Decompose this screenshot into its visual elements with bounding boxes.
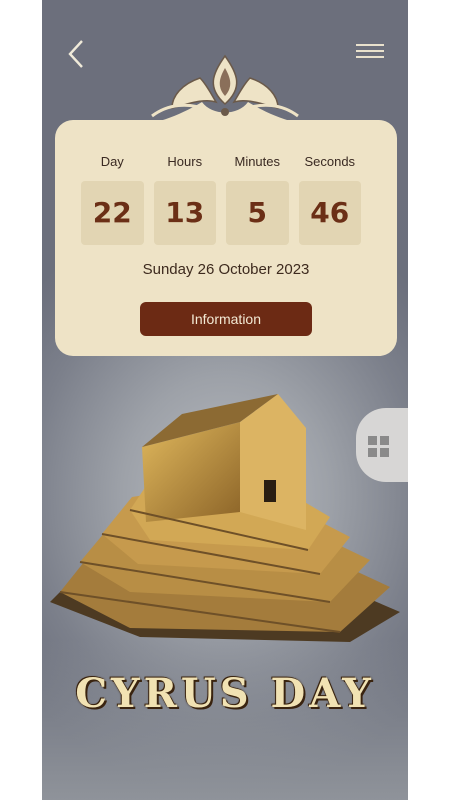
grid-icon[interactable] — [368, 436, 390, 458]
countdown-card: Day Hours Minutes Seconds 22 13 5 46 Sun… — [55, 120, 397, 356]
label-minutes: Minutes — [234, 154, 281, 169]
value-day: 22 — [81, 181, 144, 245]
tomb-of-cyrus-image — [50, 394, 400, 642]
chevron-left-icon[interactable] — [64, 38, 90, 70]
app-screen: Day Hours Minutes Seconds 22 13 5 46 Sun… — [42, 0, 408, 800]
label-hours: Hours — [167, 154, 203, 169]
countdown-labels: Day Hours Minutes Seconds — [81, 154, 371, 169]
label-day: Day — [100, 154, 124, 169]
value-minutes: 5 — [226, 181, 289, 245]
hamburger-menu-icon[interactable] — [356, 44, 384, 64]
information-button[interactable]: Information — [140, 302, 312, 336]
value-hours: 13 — [153, 181, 216, 245]
event-date: Sunday 26 October 2023 — [142, 261, 310, 278]
label-seconds: Seconds — [304, 154, 356, 169]
countdown-values: 22 13 5 46 — [81, 181, 371, 245]
side-tab[interactable] — [356, 408, 408, 482]
value-seconds: 46 — [298, 181, 361, 245]
hero-title: CYRUS DAY — [75, 670, 375, 717]
